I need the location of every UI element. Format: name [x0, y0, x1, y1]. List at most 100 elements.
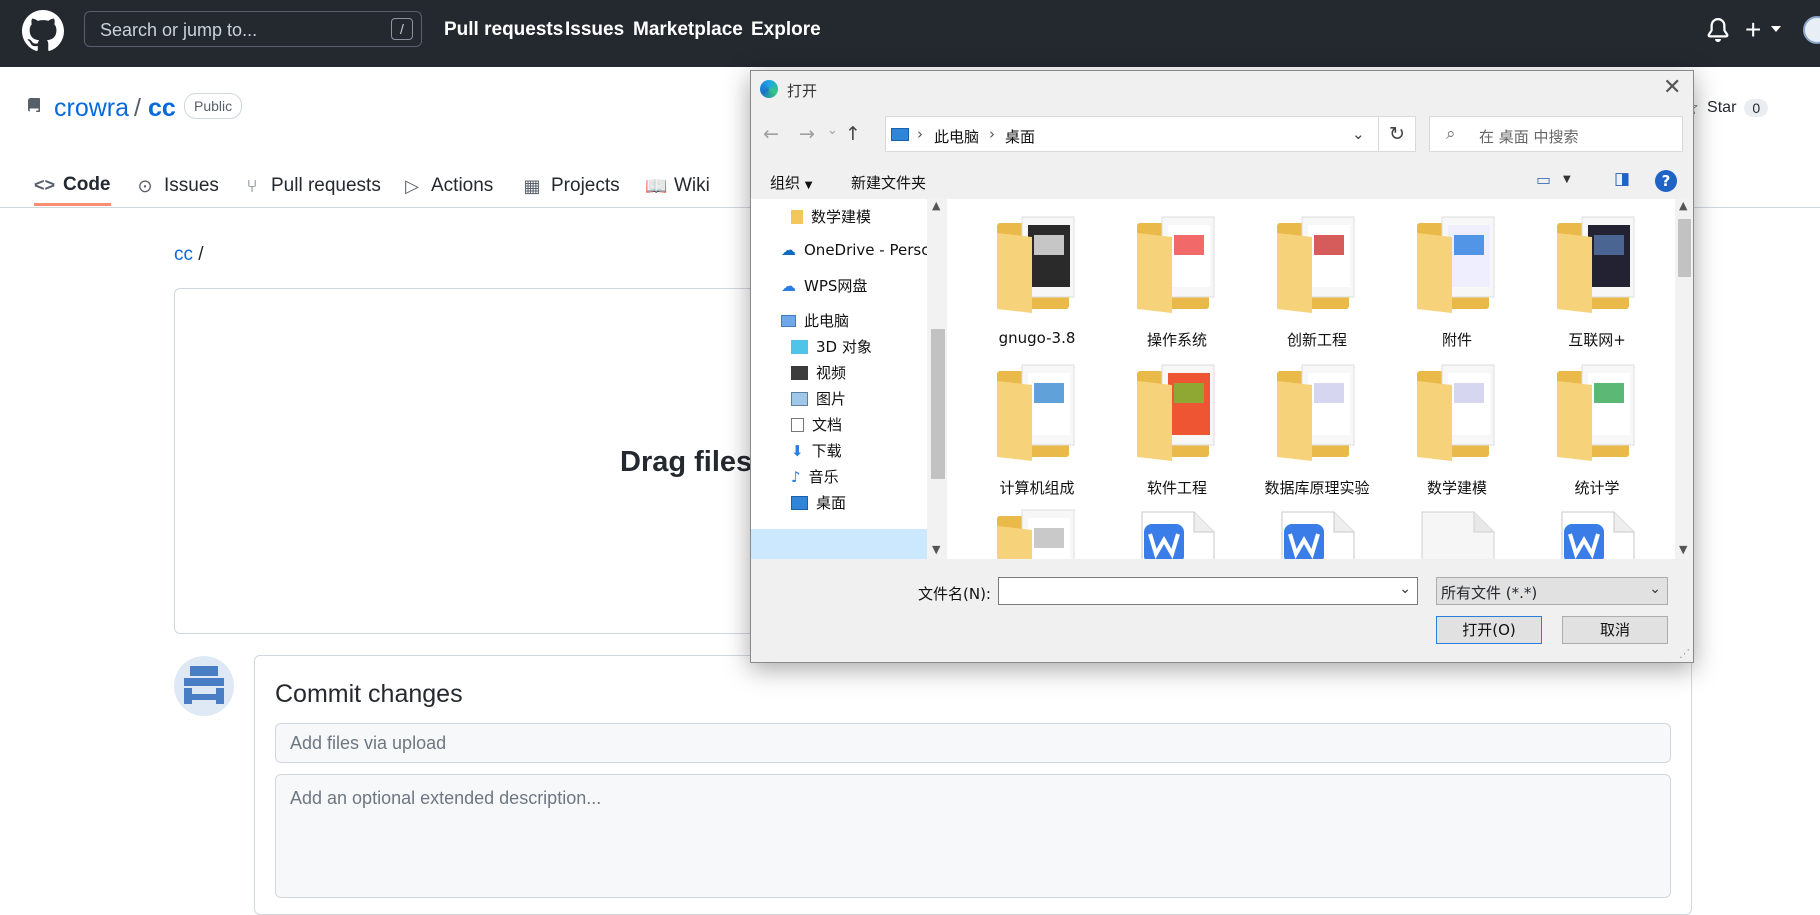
- file-tile[interactable]: gnugo-3.8: [972, 211, 1102, 351]
- files-scrollbar[interactable]: ▲ ▼: [1675, 199, 1693, 559]
- tab-actions[interactable]: ▷ Actions: [402, 166, 493, 206]
- file-tile-label: 计算机组成: [999, 479, 1075, 497]
- file-tile[interactable]: 计算机组成: [972, 359, 1102, 499]
- file-tile[interactable]: 操作系统: [1112, 211, 1242, 351]
- user-avatar[interactable]: [1803, 16, 1820, 44]
- tree-scrollbar[interactable]: ▲ ▼: [927, 199, 947, 559]
- up-arrow-icon[interactable]: ↑: [845, 123, 861, 145]
- file-tile[interactable]: [1112, 504, 1242, 559]
- tree-item-3d-objects[interactable]: 3D 对象: [791, 336, 872, 357]
- tree-item-documents[interactable]: 文档: [791, 414, 842, 435]
- filename-input[interactable]: ⌄: [998, 577, 1418, 605]
- organize-label: 组织: [770, 174, 801, 192]
- file-tile-label: 数学建模: [1426, 479, 1487, 497]
- tree-item-videos[interactable]: 视频: [791, 362, 846, 383]
- file-grid[interactable]: gnugo-3.8 操作系统 创新工程 附件 互联网+ 计算机组成 软件工程 数据库原理实验 数…: [947, 199, 1675, 559]
- tab-projects[interactable]: ▦ Projects: [522, 166, 619, 206]
- file-tile[interactable]: [1532, 504, 1662, 559]
- file-tile[interactable]: [972, 504, 1102, 559]
- file-tile[interactable]: 数据库原理实验: [1252, 359, 1382, 499]
- wps-document-icon: [1281, 511, 1355, 559]
- scroll-down-icon[interactable]: ▼: [1679, 543, 1687, 556]
- refresh-icon[interactable]: ↻: [1379, 116, 1416, 152]
- new-folder-button[interactable]: 新建文件夹: [851, 172, 926, 193]
- tree-item-wps-cloud[interactable]: ☁ WPS网盘: [781, 275, 867, 296]
- tree-item-pictures[interactable]: 图片: [791, 388, 846, 409]
- scroll-up-icon[interactable]: ▲: [932, 199, 940, 212]
- nav-issues[interactable]: Issues: [565, 19, 624, 41]
- address-dropdown-icon[interactable]: ⌄: [1352, 125, 1365, 143]
- file-tile-label: gnugo-3.8: [998, 329, 1076, 347]
- repo-owner-link[interactable]: crowra: [54, 94, 129, 123]
- view-mode-icon[interactable]: ▭: [1536, 170, 1551, 189]
- document-icon: [791, 417, 804, 432]
- open-button[interactable]: 打开(O): [1436, 616, 1542, 644]
- nav-marketplace[interactable]: Marketplace: [633, 19, 743, 41]
- tab-code[interactable]: <> Code: [34, 166, 111, 206]
- search-placeholder: Search or jump to...: [100, 20, 258, 40]
- file-tile[interactable]: 统计学: [1532, 359, 1662, 499]
- navigation-pane[interactable]: 数学建模 ☁ OneDrive - Persc ☁ WPS网盘 此电脑 3D 对象 …: [751, 199, 947, 559]
- file-tile[interactable]: [1392, 504, 1522, 559]
- view-mode-caret-icon[interactable]: ▼: [1563, 174, 1571, 185]
- nav-explore[interactable]: Explore: [751, 19, 821, 41]
- tab-wiki[interactable]: 📖 Wiki: [645, 166, 710, 206]
- file-tile[interactable]: 互联网+: [1532, 211, 1662, 351]
- dialog-close-icon[interactable]: ✕: [1663, 75, 1681, 100]
- repo-name-link[interactable]: cc: [148, 94, 176, 123]
- address-segment-desktop[interactable]: 桌面: [1005, 126, 1035, 147]
- nav-pull-requests[interactable]: Pull requests: [444, 19, 563, 41]
- recent-locations-chevron-icon[interactable]: ⌄: [827, 123, 838, 138]
- tree-item-music[interactable]: ♪ 音乐: [791, 466, 839, 487]
- folder-icon: [997, 364, 1075, 461]
- tree-item-label: 下载: [811, 442, 842, 460]
- resize-grip-icon[interactable]: ⋰: [1679, 647, 1690, 660]
- tree-item-desktop[interactable]: 桌面: [791, 492, 846, 513]
- filename-dropdown-icon[interactable]: ⌄: [1399, 581, 1411, 597]
- organize-menu[interactable]: 组织 ▼: [770, 172, 813, 193]
- back-arrow-icon[interactable]: ←: [763, 123, 779, 145]
- scroll-down-icon[interactable]: ▼: [932, 543, 940, 556]
- forward-arrow-icon[interactable]: →: [799, 123, 815, 145]
- tab-wiki-label: Wiki: [674, 175, 710, 196]
- tree-scroll-thumb[interactable]: [931, 329, 945, 479]
- file-tile[interactable]: [1252, 504, 1382, 559]
- cancel-button[interactable]: 取消: [1562, 616, 1668, 644]
- address-sep-icon: ›: [989, 125, 995, 143]
- tree-item-label: 数学建模: [811, 208, 872, 226]
- file-tile[interactable]: 创新工程: [1252, 211, 1382, 351]
- tree-item-math-modeling[interactable]: 数学建模: [791, 206, 871, 227]
- commit-summary-input[interactable]: Add files via upload: [275, 723, 1671, 763]
- file-tile-label: 附件: [1441, 331, 1472, 349]
- address-segment-pc[interactable]: 此电脑: [934, 126, 979, 147]
- tab-issues[interactable]: ⊙ Issues: [135, 166, 218, 206]
- tree-item-label: 桌面: [816, 494, 847, 512]
- folder-icon: [791, 209, 803, 224]
- search-input[interactable]: Search or jump to... /: [84, 11, 422, 47]
- create-new-plus-icon[interactable]: +: [1745, 14, 1761, 46]
- commit-description-textarea[interactable]: Add an optional extended description...: [275, 774, 1671, 898]
- preview-pane-icon[interactable]: ◨: [1614, 169, 1630, 189]
- file-type-select[interactable]: 所有文件 (*.*) ⌄: [1436, 577, 1668, 605]
- file-tile[interactable]: 软件工程: [1112, 359, 1242, 499]
- tab-pull-requests[interactable]: ⑂ Pull requests: [242, 166, 381, 206]
- issue-icon: ⊙: [137, 176, 153, 196]
- notification-bell-icon[interactable]: [1706, 17, 1730, 43]
- address-bar[interactable]: › 此电脑 › 桌面 ⌄: [885, 116, 1379, 152]
- github-logo-icon[interactable]: [22, 10, 64, 52]
- folder-icon: [1277, 216, 1355, 313]
- help-icon[interactable]: ?: [1655, 170, 1677, 192]
- folder-icon: [1417, 216, 1495, 313]
- tree-item-downloads[interactable]: ⬇ 下载: [791, 440, 842, 461]
- tree-item-this-pc[interactable]: 此电脑: [781, 310, 849, 331]
- breadcrumb-repo-link[interactable]: cc: [174, 244, 193, 265]
- star-button[interactable]: ☆ Star 0: [1682, 93, 1769, 123]
- create-menu-caret-icon[interactable]: [1771, 26, 1781, 32]
- dialog-search-input[interactable]: ⌕ 在 桌面 中搜索: [1429, 116, 1683, 152]
- file-tile[interactable]: 数学建模: [1392, 359, 1522, 499]
- files-scroll-thumb[interactable]: [1678, 219, 1691, 277]
- scroll-up-icon[interactable]: ▲: [1679, 199, 1687, 212]
- file-tile[interactable]: 附件: [1392, 211, 1522, 351]
- tree-item-onedrive[interactable]: ☁ OneDrive - Persc: [781, 241, 929, 259]
- play-icon: ▷: [405, 176, 419, 196]
